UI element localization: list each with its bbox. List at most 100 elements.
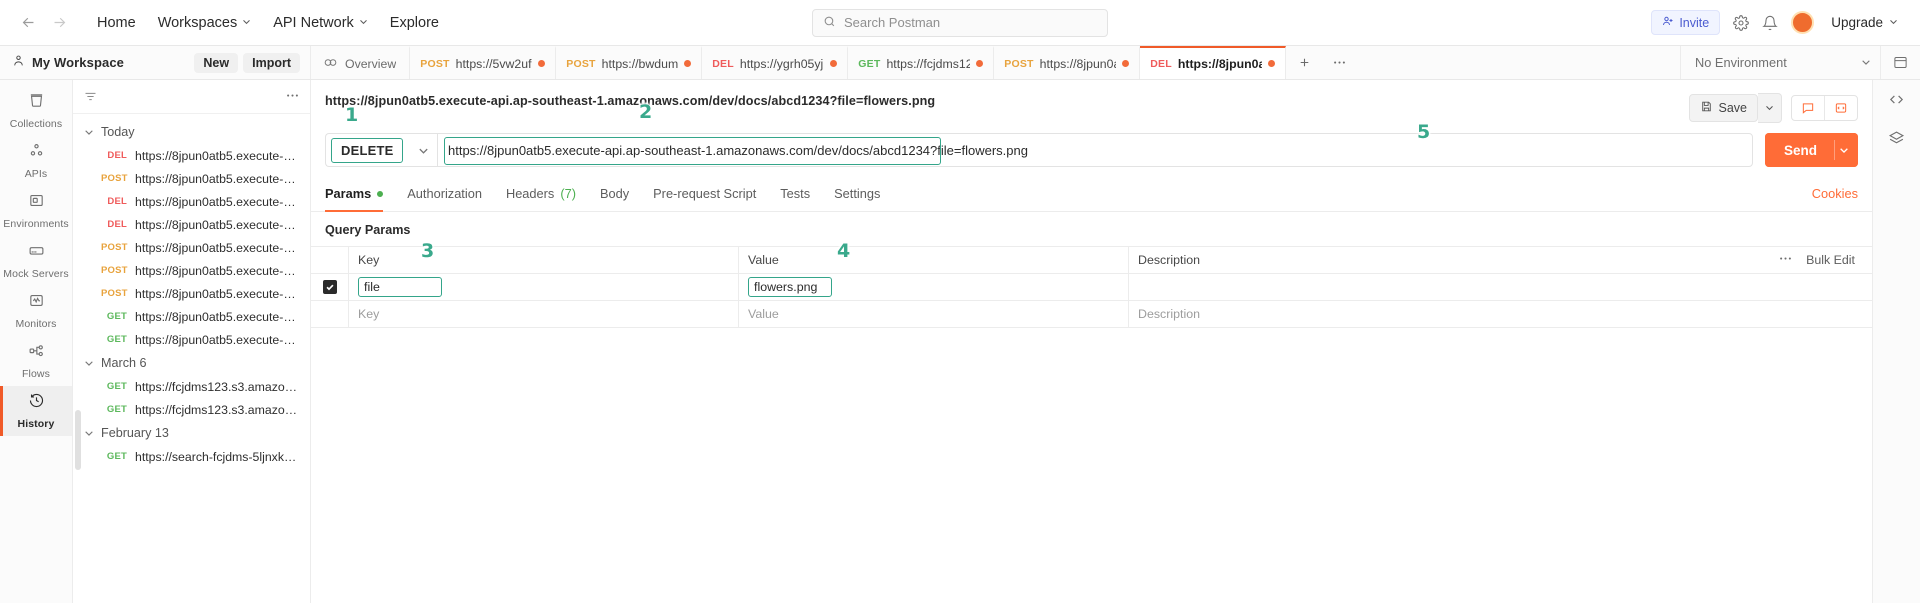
sidebar-item-flows[interactable]: Flows — [0, 336, 72, 386]
row-value-cell[interactable]: Value — [738, 301, 1128, 327]
row-key-cell[interactable]: Key — [348, 301, 738, 327]
ellipsis-icon[interactable] — [1778, 251, 1793, 269]
tab-options-icon[interactable] — [1322, 46, 1357, 79]
history-method: POST — [101, 242, 128, 253]
sidebar-item-apis[interactable]: APIs — [0, 136, 72, 186]
page-title: https://8jpun0atb5.execute-api.ap-southe… — [325, 94, 936, 108]
tab-pre-request-script[interactable]: Pre-request Script — [641, 180, 768, 211]
tab-authorization[interactable]: Authorization — [395, 180, 494, 211]
list-item[interactable]: GET https://8jpun0atb5.execute-api.ap-..… — [73, 328, 310, 351]
tab-overview[interactable]: Overview — [311, 46, 411, 79]
history-group-today[interactable]: Today — [73, 120, 310, 144]
table-row[interactable]: file flowers.png — [311, 274, 1872, 301]
code-icon[interactable] — [1824, 96, 1857, 120]
chevron-down-icon — [1889, 17, 1898, 26]
sidebar-item-label: History — [17, 418, 55, 430]
history-url: https://8jpun0atb5.execute-api.ap-... — [135, 263, 302, 278]
row-key-cell[interactable]: file — [348, 274, 738, 300]
top-navigation-bar: Home Workspaces API Network Explore Sear… — [0, 0, 1920, 46]
history-url: https://8jpun0atb5.execute-api.ap-... — [135, 171, 302, 186]
row-checkbox[interactable] — [322, 280, 337, 294]
workspace-tab-row: My Workspace New Import Overview POST ht… — [0, 46, 1920, 80]
monitors-icon — [28, 292, 45, 314]
tab-request-5[interactable]: POST https://8jpun0atb5.ex — [994, 46, 1141, 79]
tab-request-2[interactable]: POST https://bwdum0rws4 — [556, 46, 703, 79]
history-toolbar — [73, 80, 310, 114]
method-selector[interactable]: DELETE — [325, 133, 437, 167]
list-item[interactable]: DEL https://8jpun0atb5.execute-api.ap-..… — [73, 213, 310, 236]
sidebar-item-monitors[interactable]: Monitors — [0, 286, 72, 336]
tab-body[interactable]: Body — [588, 180, 641, 211]
send-button[interactable]: Send — [1764, 133, 1858, 167]
gear-icon[interactable] — [1733, 14, 1750, 31]
param-value-input[interactable]: flowers.png — [748, 277, 832, 297]
bulk-edit-button[interactable]: Bulk Edit — [1806, 253, 1855, 267]
sidebar-item-collections[interactable]: Collections — [0, 86, 72, 136]
ellipsis-icon[interactable] — [285, 88, 300, 106]
history-group-label: March 6 — [101, 356, 147, 370]
list-item[interactable]: GET https://fcjdms123.s3.amazonaws.c... — [73, 375, 310, 398]
row-value-cell[interactable]: flowers.png — [738, 274, 1128, 300]
nav-item-home[interactable]: Home — [86, 9, 147, 37]
search-input[interactable]: Search Postman — [812, 8, 1108, 37]
table-row-empty[interactable]: Key Value Description — [311, 301, 1872, 328]
tab-request-4[interactable]: GET https://fcjdms123.s3.a — [848, 46, 995, 79]
tab-request-1[interactable]: POST https://5vw2ufurrk.ex — [410, 46, 557, 79]
save-dropdown-caret[interactable] — [1758, 93, 1782, 123]
sidebar-item-mock-servers[interactable]: Mock Servers — [0, 236, 72, 286]
filter-icon[interactable] — [83, 86, 243, 108]
tab-tests[interactable]: Tests — [768, 180, 822, 211]
environment-quick-look-icon[interactable] — [1880, 46, 1920, 79]
list-item[interactable]: GET https://fcjdms123.s3.amazonaws.c... — [73, 398, 310, 421]
new-tab-button[interactable] — [1286, 46, 1323, 79]
sidebar-scrollbar[interactable] — [75, 410, 81, 470]
search-icon — [823, 15, 836, 31]
history-url: https://fcjdms123.s3.amazonaws.c... — [135, 402, 302, 417]
list-item[interactable]: GET https://search-fcjdms-5ljnxkeq3n7... — [73, 445, 310, 468]
row-description-cell[interactable] — [1128, 274, 1872, 300]
environment-selector[interactable]: No Environment — [1680, 46, 1880, 79]
row-description-cell[interactable]: Description — [1128, 301, 1872, 327]
send-dropdown-caret[interactable] — [1834, 140, 1858, 160]
history-group-march-6[interactable]: March 6 — [73, 351, 310, 375]
save-button[interactable]: Save — [1688, 94, 1758, 122]
list-item[interactable]: POST https://8jpun0atb5.execute-api.ap-.… — [73, 236, 310, 259]
invite-icon — [1662, 15, 1674, 30]
tab-request-3[interactable]: DEL https://ygrh05yji6.exec — [702, 46, 849, 79]
list-item[interactable]: POST https://8jpun0atb5.execute-api.ap-.… — [73, 259, 310, 282]
import-button[interactable]: Import — [243, 52, 300, 73]
history-url: https://8jpun0atb5.execute-api.ap-... — [135, 217, 302, 232]
tab-params[interactable]: Params — [325, 180, 395, 212]
new-button[interactable]: New — [194, 52, 239, 73]
url-input[interactable]: https://8jpun0atb5.execute-api.ap-southe… — [437, 133, 1753, 167]
comment-icon[interactable] — [1792, 96, 1824, 120]
list-item[interactable]: POST https://8jpun0atb5.execute-api.ap-.… — [73, 282, 310, 305]
param-key-input[interactable]: file — [358, 277, 442, 297]
bell-icon[interactable] — [1762, 15, 1778, 31]
tab-unsaved-dot — [538, 60, 546, 67]
tab-headers[interactable]: Headers (7) — [494, 180, 588, 211]
list-item[interactable]: DEL https://8jpun0atb5.execute-api.ap-..… — [73, 144, 310, 167]
nav-item-explore[interactable]: Explore — [379, 9, 450, 37]
list-item[interactable]: POST https://8jpun0atb5.execute-api.ap-.… — [73, 167, 310, 190]
tab-settings[interactable]: Settings — [822, 180, 892, 211]
nav-item-workspaces[interactable]: Workspaces — [147, 9, 263, 37]
upgrade-button[interactable]: Upgrade — [1827, 12, 1902, 33]
list-item[interactable]: GET https://8jpun0atb5.execute-api.ap-..… — [73, 305, 310, 328]
invite-button[interactable]: Invite — [1651, 10, 1721, 35]
history-group-february-13[interactable]: February 13 — [73, 421, 310, 445]
code-icon[interactable] — [1888, 91, 1905, 108]
history-method: DEL — [107, 196, 127, 207]
layers-icon[interactable] — [1888, 130, 1905, 147]
arrow-left-icon[interactable] — [20, 14, 37, 31]
cookies-link[interactable]: Cookies — [1812, 180, 1858, 211]
avatar[interactable] — [1791, 11, 1815, 34]
sidebar-item-history[interactable]: History — [0, 386, 72, 436]
history-method: GET — [106, 451, 127, 462]
list-item[interactable]: DEL https://8jpun0atb5.execute-api.ap-..… — [73, 190, 310, 213]
nav-item-api-network[interactable]: API Network — [262, 9, 379, 37]
invite-label: Invite — [1679, 15, 1710, 30]
arrow-right-icon[interactable] — [51, 14, 68, 31]
sidebar-item-environments[interactable]: Environments — [0, 186, 72, 236]
tab-request-6-active[interactable]: DEL https://8jpun0atb5.exe — [1140, 46, 1287, 79]
